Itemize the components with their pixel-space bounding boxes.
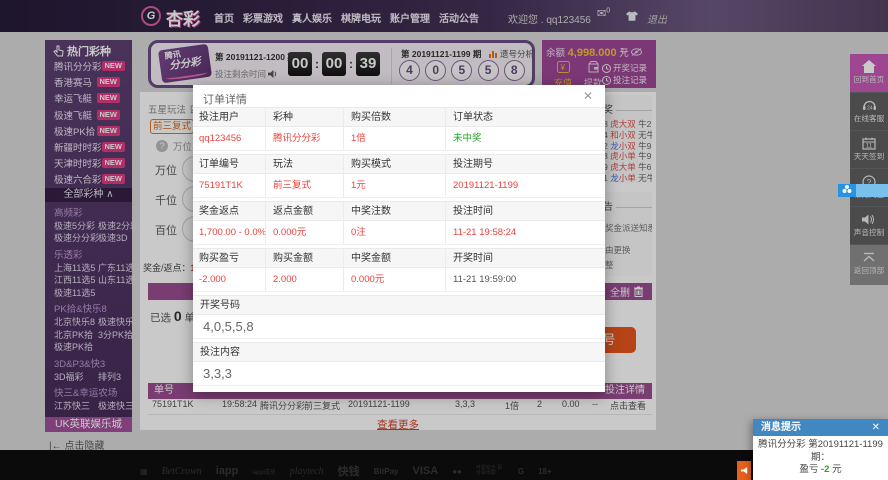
megaphone-icon[interactable] bbox=[737, 461, 751, 480]
close-icon[interactable]: ✕ bbox=[583, 89, 593, 103]
message-toast: 消息提示✕ 腾讯分分彩 第20191121-1199 期： 盈亏 -2 元 bbox=[753, 419, 888, 480]
order-detail-table: 投注用户彩种购买倍数订单状态qq123456腾讯分分彩1倍未中奖订单编号玩法购买… bbox=[193, 107, 605, 389]
toast-body: 腾讯分分彩 第20191121-1199 期： 盈亏 -2 元 bbox=[753, 436, 888, 477]
order-detail-modal: 订单详情 ✕ 投注用户彩种购买倍数订单状态qq123456腾讯分分彩1倍未中奖订… bbox=[193, 85, 605, 392]
toast-header: 消息提示✕ bbox=[753, 419, 888, 436]
toast-close-icon[interactable]: ✕ bbox=[872, 419, 880, 436]
modal-title: 订单详情 bbox=[203, 91, 247, 107]
qq-popup[interactable] bbox=[838, 184, 888, 197]
qq-icon bbox=[838, 184, 856, 197]
